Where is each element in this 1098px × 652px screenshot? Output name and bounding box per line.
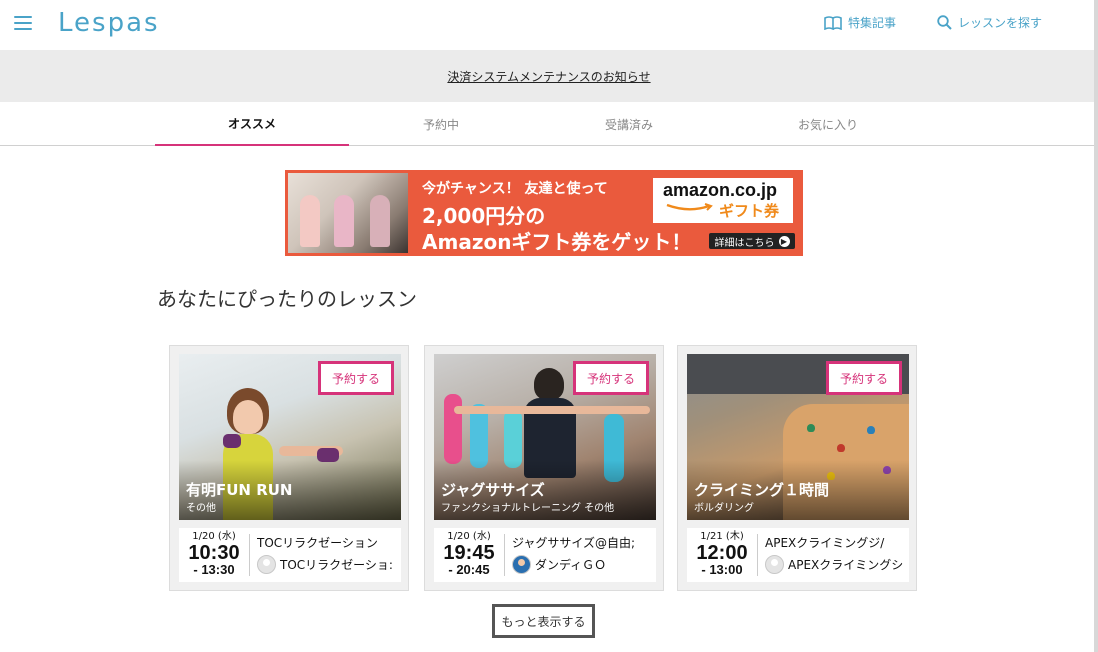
search-lessons-link[interactable]: レッスンを探す: [937, 14, 1042, 31]
lesson-start-time: 19:45: [443, 542, 495, 564]
avatar: [512, 554, 531, 574]
lesson-image: 予約する 有明FUN RUN その他: [179, 354, 401, 520]
lesson-category: ボルダリング: [694, 503, 754, 514]
lesson-start-time: 12:00: [696, 542, 748, 564]
amazon-gift-logo: amazon.co.jp ギフト券: [653, 178, 793, 223]
search-icon: [937, 15, 952, 30]
tab-favorites[interactable]: お気に入り: [731, 102, 925, 146]
lespas-logo[interactable]: Lespas: [58, 8, 160, 38]
lesson-card[interactable]: 予約する ジャグササイズ ファンクショナルトレーニング その他 1/20 (水)…: [424, 345, 664, 591]
search-lessons-label: レッスンを探す: [958, 16, 1043, 30]
tab-recommended[interactable]: オススメ: [155, 102, 349, 146]
instructor-row: ダンディＧＯ: [512, 554, 652, 574]
reserve-button[interactable]: 予約する: [318, 361, 394, 395]
banner-photo: [288, 173, 408, 253]
studio-name: TOCリラクゼーション: [257, 536, 378, 550]
lesson-card[interactable]: 予約する クライミング１時間 ボルダリング 1/21 (木) 12:00 - 1…: [677, 345, 917, 591]
instructor-name: ダンディＧＯ: [535, 557, 607, 572]
section-title: あなたにぴったりのレッスン: [157, 287, 417, 311]
amazon-gift-banner[interactable]: 今がチャンス！ 友達と使って 2,000円分の Amazonギフト券をゲット！ …: [285, 170, 803, 256]
lesson-name: 有明FUN RUN: [186, 481, 293, 499]
amazon-logo-text: amazon.co.jp: [663, 180, 778, 200]
instructor-row: APEXクライミングシ: [765, 554, 905, 574]
lesson-end-time: - 13:00: [701, 562, 743, 577]
chevron-right-icon: ▶: [778, 235, 790, 247]
instructor-name: APEXクライミングシ: [788, 557, 904, 572]
book-icon: [824, 15, 842, 30]
lesson-name: ジャグササイズ: [441, 481, 545, 499]
reserve-button[interactable]: 予約する: [573, 361, 649, 395]
lesson-datetime: 1/20 (水) 19:45 - 20:45: [438, 531, 500, 577]
reserve-button[interactable]: 予約する: [826, 361, 902, 395]
lesson-info: 1/21 (木) 12:00 - 13:00 APEXクライミングジ/ APEX…: [687, 528, 909, 582]
avatar: [765, 554, 784, 574]
show-more-button[interactable]: もっと表示する: [492, 604, 595, 638]
lesson-name: クライミング１時間: [694, 481, 830, 499]
tab-attended[interactable]: 受講済み: [532, 102, 726, 146]
instructor-row: TOCリラクゼーショ:: [257, 554, 397, 574]
avatar: [257, 554, 276, 574]
lesson-datetime: 1/21 (木) 12:00 - 13:00: [691, 531, 753, 577]
notice-bar: 決済システムメンテナンスのお知らせ: [0, 50, 1098, 102]
banner-line-1: 今がチャンス！ 友達と使って: [422, 181, 608, 197]
studio-name: APEXクライミングジ/: [765, 536, 885, 550]
lesson-start-time: 10:30: [188, 542, 240, 564]
banner-detail-label: 詳細はこちら: [714, 237, 775, 249]
lesson-tabs: オススメ 予約中 受講済み お気に入り: [0, 102, 1098, 146]
divider: [757, 534, 758, 576]
banner-line-3: Amazonギフト券をゲット！: [422, 230, 692, 254]
lesson-image: 予約する クライミング１時間 ボルダリング: [687, 354, 909, 520]
features-link[interactable]: 特集記事: [824, 14, 896, 31]
instructor-name: TOCリラクゼーショ:: [280, 557, 393, 572]
lesson-card[interactable]: 予約する 有明FUN RUN その他 1/20 (水) 10:30 - 13:3…: [169, 345, 409, 591]
lesson-category: ファンクショナルトレーニング その他: [441, 503, 615, 514]
lesson-image: 予約する ジャグササイズ ファンクショナルトレーニング その他: [434, 354, 656, 520]
top-header: Lespas 特集記事 レッスンを探す: [0, 0, 1098, 50]
banner-line-2: 2,000円分の: [422, 204, 546, 228]
maintenance-notice-link[interactable]: 決済システムメンテナンスのお知らせ: [447, 68, 650, 85]
divider: [504, 534, 505, 576]
lesson-datetime: 1/20 (水) 10:30 - 13:30: [183, 531, 245, 577]
window-edge: [1094, 0, 1098, 652]
divider: [249, 534, 250, 576]
lesson-end-time: - 13:30: [193, 562, 235, 577]
lesson-end-time: - 20:45: [448, 562, 490, 577]
lesson-info: 1/20 (水) 10:30 - 13:30 TOCリラクゼーション TOCリラ…: [179, 528, 401, 582]
gift-card-label: ギフト券: [719, 202, 780, 220]
amazon-smile-icon: [666, 203, 713, 211]
tab-reserved[interactable]: 予約中: [344, 102, 538, 146]
lesson-info: 1/20 (水) 19:45 - 20:45 ジャグササイズ@自由; ダンディＧ…: [434, 528, 656, 582]
lesson-category: その他: [186, 503, 216, 514]
features-link-label: 特集記事: [848, 16, 897, 30]
banner-detail-button[interactable]: 詳細はこちら ▶: [709, 233, 795, 249]
hamburger-menu-icon[interactable]: [14, 16, 32, 32]
studio-name: ジャグササイズ@自由;: [512, 536, 636, 550]
